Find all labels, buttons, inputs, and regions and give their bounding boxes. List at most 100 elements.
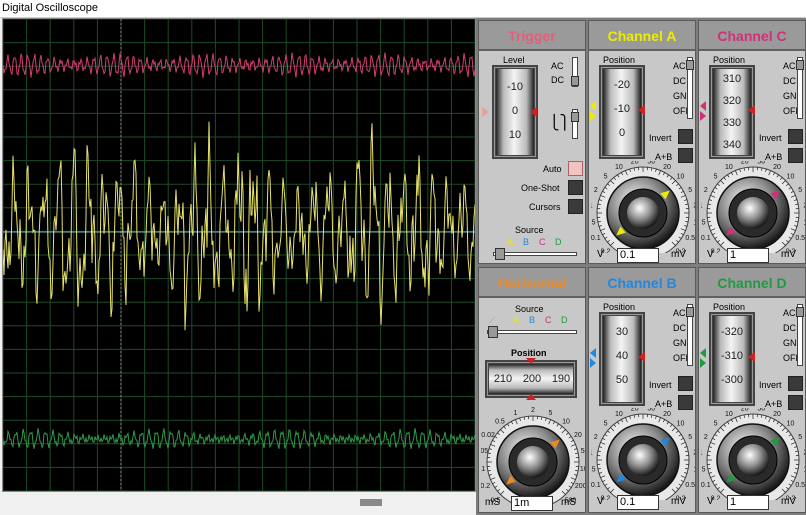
invert-button[interactable] xyxy=(678,376,693,391)
dial-scale-label: 0.2 xyxy=(481,483,490,490)
ramp-icon: ⟋ xyxy=(489,315,496,325)
volts-dial[interactable]: 0.20.10.512510205020105210.50.2 xyxy=(591,161,695,253)
position-tick: 310 xyxy=(722,73,742,85)
mode-1: DC xyxy=(783,76,796,86)
position-tick: 330 xyxy=(722,117,742,129)
hsource-slider[interactable] xyxy=(487,330,577,334)
level-arrow-right-icon xyxy=(530,107,537,117)
dial-scale-label: 2 xyxy=(594,187,598,194)
dial-scale-label: 1 xyxy=(803,219,805,226)
position-tick: -320 xyxy=(720,326,744,338)
mode-switch[interactable] xyxy=(686,57,694,119)
edge-switch[interactable] xyxy=(571,109,579,139)
dial-scale-label: 5 xyxy=(798,187,802,194)
timebase-dial[interactable]: 0.50.20.10.050.020.5125102050100200500 xyxy=(481,404,585,504)
position-arrow-left2-icon xyxy=(590,111,596,121)
volts-dial[interactable]: 0.20.10.512510205020105210.50.2 xyxy=(701,161,805,253)
source-slider[interactable] xyxy=(493,252,577,256)
dial-scale-label: 10 xyxy=(787,174,795,181)
horizontal-scrollbar[interactable] xyxy=(2,493,476,513)
dial-scale-label: 2 xyxy=(594,434,598,441)
dial-scale-label: 0.5 xyxy=(795,235,805,242)
position-tick: 30 xyxy=(615,326,629,338)
coupling-switch[interactable] xyxy=(571,57,579,87)
dial-scale-label: 2 xyxy=(693,450,695,457)
volts-unit-right: mV xyxy=(781,249,796,260)
volts-dial[interactable]: 0.20.10.512510205020105210.50.2 xyxy=(701,408,805,500)
dial-scale-label: 10 xyxy=(615,411,623,418)
invert-label: Invert xyxy=(759,380,782,390)
horizontal-section: Horizontal Source ⟋ A B C D Position 210… xyxy=(478,267,586,513)
mode-1: DC xyxy=(783,323,796,333)
position-arrow-left-icon xyxy=(700,101,706,111)
volts-field[interactable]: 0.1 xyxy=(617,248,659,263)
level-tick: 0 xyxy=(511,105,519,117)
dial-scale-label: 10 xyxy=(725,411,733,418)
scroll-thumb[interactable] xyxy=(360,499,382,506)
dial-scale-label: 0.02 xyxy=(481,432,495,439)
level-tick: -10 xyxy=(507,81,523,93)
dial-scale-label: 5 xyxy=(688,434,692,441)
mode-switch[interactable] xyxy=(686,304,694,366)
volts-unit-left: V xyxy=(597,249,604,260)
volts-field[interactable]: 1 xyxy=(727,248,769,263)
position-arrow-left-icon xyxy=(590,348,596,358)
oneshot-button[interactable] xyxy=(568,180,583,195)
position-drum[interactable]: -320 -310 -300 xyxy=(712,315,752,403)
mode-0: AC xyxy=(673,308,686,318)
position-drum[interactable]: 30 40 50 xyxy=(602,315,642,403)
volts-unit-right: mV xyxy=(671,249,686,260)
dial-scale-label: 20 xyxy=(631,408,639,413)
volts-unit-right: mV xyxy=(781,496,796,507)
cursors-button[interactable] xyxy=(568,199,583,214)
position-label: Position xyxy=(713,55,746,65)
dial-scale-label: 5 xyxy=(604,174,608,181)
dial-scale-label: 0.5 xyxy=(701,466,706,473)
channel-c-section: Channel C Position 310 320 330 340 AC DC GND O… xyxy=(698,20,806,264)
hposition-tick: 200 xyxy=(522,373,542,385)
dial-scale-label: 2 xyxy=(803,450,805,457)
auto-button[interactable] xyxy=(568,161,583,176)
volts-unit-right: mV xyxy=(671,496,686,507)
timebase-field[interactable]: 1m xyxy=(511,496,553,511)
channel-a-title: Channel A xyxy=(589,21,695,51)
coupling-ac: AC xyxy=(551,61,564,71)
volts-unit-left: V xyxy=(707,249,714,260)
dial-scale-label: 100 xyxy=(580,466,585,473)
mode-switch[interactable] xyxy=(796,57,804,119)
position-tick: -300 xyxy=(720,374,744,386)
position-arrow-left2-icon xyxy=(590,358,596,368)
position-arrow-left-icon xyxy=(700,348,706,358)
dial-scale-label: 10 xyxy=(677,174,685,181)
dial-scale-label: 0.1 xyxy=(591,235,601,242)
position-label: Position xyxy=(603,302,636,312)
dial-scale-label: 20 xyxy=(663,164,671,171)
position-drum[interactable]: -20 -10 0 xyxy=(602,68,642,156)
invert-label: Invert xyxy=(759,133,782,143)
control-panel: Trigger Level -10 0 10 AC DC ⎩⎫ Auto One… xyxy=(476,18,806,515)
dial-scale-label: 5 xyxy=(714,421,718,428)
level-drum[interactable]: -10 0 10 xyxy=(495,68,535,156)
source-slider-thumb[interactable] xyxy=(495,248,505,260)
invert-label: Invert xyxy=(649,380,672,390)
oscilloscope-screen[interactable] xyxy=(2,18,476,492)
invert-button[interactable] xyxy=(788,129,803,144)
mode-0: AC xyxy=(673,61,686,71)
invert-button[interactable] xyxy=(678,129,693,144)
mode-0: AC xyxy=(783,61,796,71)
mode-switch[interactable] xyxy=(796,304,804,366)
dial-scale-label: 20 xyxy=(773,164,781,171)
volts-dial[interactable]: 0.20.10.512510205020105210.50.2 xyxy=(591,408,695,500)
position-drum[interactable]: 310 320 330 340 xyxy=(712,68,752,156)
volts-field[interactable]: 0.1 xyxy=(617,495,659,510)
level-label: Level xyxy=(503,55,525,65)
volts-unit-left: V xyxy=(597,496,604,507)
hsource-slider-thumb[interactable] xyxy=(488,326,498,338)
source-c: C xyxy=(539,237,546,247)
source-label: Source xyxy=(515,225,544,235)
source-a: A xyxy=(507,237,514,247)
dial-scale-label: 2 xyxy=(704,434,708,441)
dial-scale-label: 1 xyxy=(701,203,703,210)
invert-button[interactable] xyxy=(788,376,803,391)
volts-field[interactable]: 1 xyxy=(727,495,769,510)
